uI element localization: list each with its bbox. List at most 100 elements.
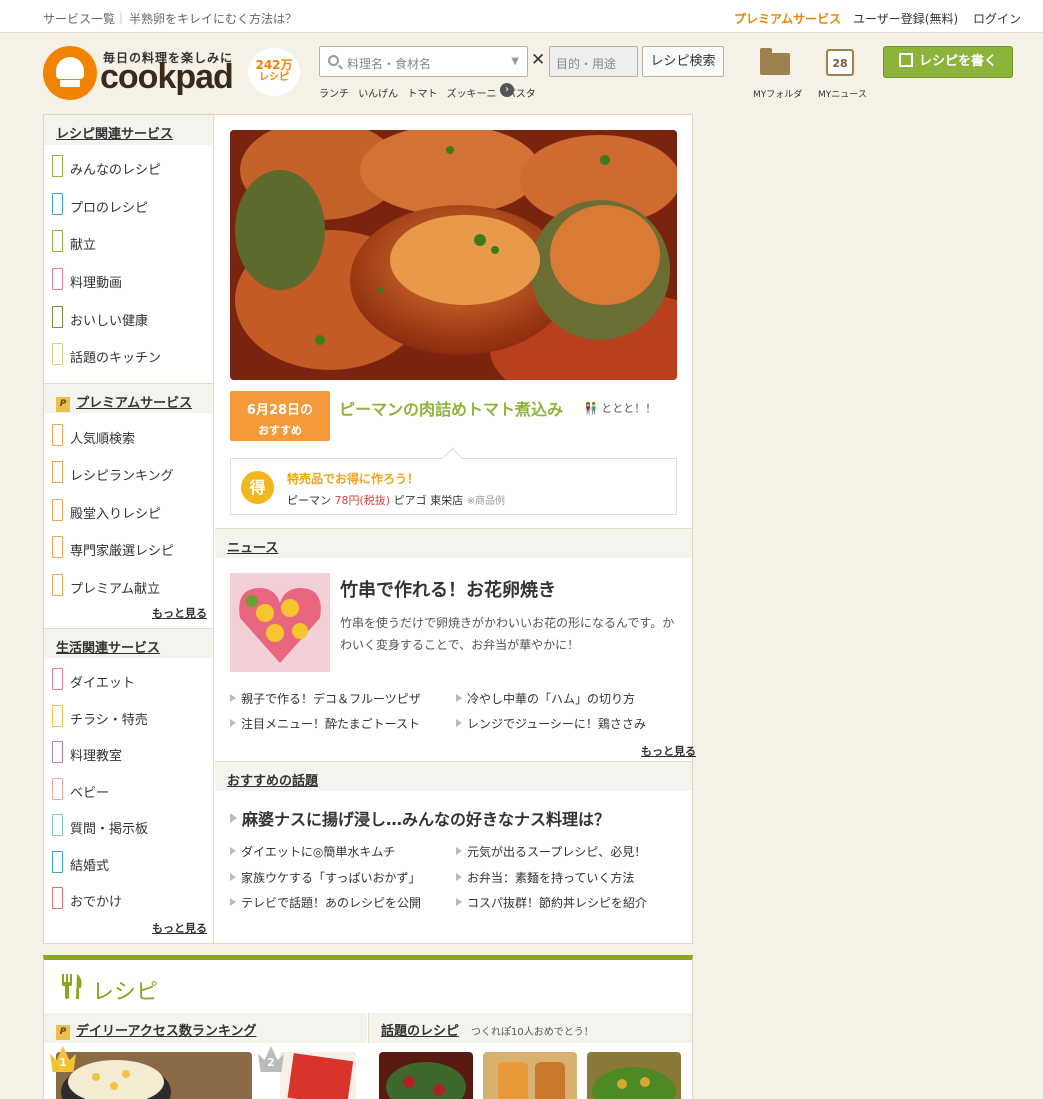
register-link[interactable]: ユーザー登録(無料) xyxy=(853,10,958,27)
news-link[interactable]: 冷やし中華の「ハム」の切り方 xyxy=(456,690,635,707)
logo-wordmark[interactable]: cookpad xyxy=(100,58,234,97)
sidebar-item-label: おでかけ xyxy=(70,895,123,910)
chevron-down-icon[interactable]: ▼ xyxy=(511,56,519,67)
user-icon: 👫 xyxy=(584,402,598,415)
ranking-thumb[interactable] xyxy=(56,1052,252,1099)
premium-badge-icon: P xyxy=(56,1025,70,1040)
section-title[interactable]: おすすめの話題 xyxy=(227,770,318,789)
topic-link[interactable]: コスパ抜群！節約丼レシピを紹介 xyxy=(456,894,647,911)
recipe-photo xyxy=(483,1052,577,1099)
section-title[interactable]: レシピ関連サービス xyxy=(56,123,173,142)
topic-link[interactable]: 家族ウケする「すっぱいおかず」 xyxy=(230,869,421,886)
news-link[interactable]: レンジでジューシーに！鶏ささみ xyxy=(456,715,646,732)
book-icon xyxy=(52,536,63,558)
login-link[interactable]: ログイン xyxy=(973,10,1021,27)
more-link[interactable]: もっと見る xyxy=(152,920,207,936)
search-icon xyxy=(328,55,339,66)
trending-thumb[interactable] xyxy=(379,1052,473,1099)
keyword-link[interactable]: ズッキーニ xyxy=(447,89,497,100)
my-folder-label[interactable]: MYフォルダ xyxy=(753,87,802,100)
sidebar-section-premium: P プレミアムサービス xyxy=(44,383,213,413)
chef-hat-icon xyxy=(56,57,84,79)
book-icon xyxy=(52,306,63,328)
folder-icon[interactable] xyxy=(760,48,790,75)
book-icon xyxy=(52,155,63,177)
deal-store: ピアゴ 東栄店 xyxy=(393,494,464,507)
more-link[interactable]: もっと見る xyxy=(641,743,696,759)
trending-thumb[interactable] xyxy=(587,1052,681,1099)
news-headline[interactable]: 竹串で作れる！お花卵焼き xyxy=(340,576,556,602)
section-title[interactable]: ニュース xyxy=(227,537,278,556)
book-icon xyxy=(52,814,63,836)
calendar-day: 28 xyxy=(832,57,848,70)
book-icon xyxy=(52,705,63,727)
recipe-count-badge: 242万 レシピ xyxy=(248,48,300,96)
keyword-link[interactable]: ランチ xyxy=(319,89,349,100)
sidebar-item-label: 殿堂入りレシピ xyxy=(70,507,162,522)
trending-subtitle: つくれぽ10人おめでとう！ xyxy=(471,1027,594,1038)
sidebar-item-label: 専門家厳選レシピ xyxy=(70,544,175,559)
sidebar-item-label: ダイエット xyxy=(70,676,135,691)
sidebar-item-label: 料理教室 xyxy=(70,749,123,764)
featured-recipe-image[interactable] xyxy=(230,130,677,380)
ranking-title-wrap[interactable]: P デイリーアクセス数ランキング xyxy=(56,1020,256,1040)
book-icon xyxy=(52,230,63,252)
featured-recipe-title[interactable]: ピーマンの肉詰めトマト煮込み xyxy=(339,396,563,420)
sidebar-item-label: 献立 xyxy=(70,238,97,253)
ranking-thumb[interactable] xyxy=(280,1052,356,1099)
ranking-title: デイリーアクセス数ランキング xyxy=(76,1024,257,1039)
book-icon xyxy=(52,887,63,909)
sidebar-item-label: プロのレシピ xyxy=(70,201,149,216)
search-input[interactable]: 料理名・食材名 ▼ xyxy=(319,46,528,77)
book-icon xyxy=(52,741,63,763)
topic-headline[interactable]: 麻婆ナスに揚げ浸し…みんなの好きなナス料理は？ xyxy=(230,806,610,830)
sidebar-item-label: ベビー xyxy=(70,786,110,801)
edit-icon xyxy=(898,53,913,67)
write-recipe-button[interactable]: レシピを書く xyxy=(883,46,1013,78)
recipe-section-title: レシピ xyxy=(92,980,159,1005)
chef-hat-band xyxy=(60,80,80,87)
recipe-count-label: レシピ xyxy=(259,72,289,83)
write-recipe-label: レシピを書く xyxy=(918,54,997,69)
topic-link[interactable]: 半熟卵をキレイにむく方法は？ xyxy=(129,10,297,27)
news-link[interactable]: 親子で作る！デコ＆フルーツピザ xyxy=(230,690,421,707)
deal-box[interactable]: 得 特売品でお得に作ろう！ ピーマン 78円(税抜) ピアゴ 東栄店 ※商品例 xyxy=(230,458,677,515)
my-news-label[interactable]: MYニュース xyxy=(818,87,867,100)
news-image[interactable] xyxy=(230,573,330,672)
topics-section-header: おすすめの話題 xyxy=(215,761,692,791)
author[interactable]: 👫 ととと！！ xyxy=(584,400,656,416)
topic-link[interactable]: テレビで話題！あのレシピを公開 xyxy=(230,894,421,911)
topic-link[interactable]: お弁当：素麺を持っていく方法 xyxy=(456,869,634,886)
ranking-header: P デイリーアクセス数ランキング xyxy=(44,1013,367,1043)
book-icon xyxy=(52,343,63,365)
purpose-input[interactable]: 目的・用途 xyxy=(549,46,638,77)
recipe-photo xyxy=(587,1052,681,1099)
purpose-placeholder: 目的・用途 xyxy=(556,57,617,71)
times-icon: ✕ xyxy=(531,50,546,70)
topic-link[interactable]: 元気が出るスープレシピ、必見！ xyxy=(456,843,646,860)
service-list-link[interactable]: サービス一覧 xyxy=(43,10,115,27)
sidebar-item-label: 料理動画 xyxy=(70,276,123,291)
sidebar-section-recipe: レシピ関連サービス xyxy=(44,115,213,145)
keyword-link[interactable]: いんげん xyxy=(358,89,398,100)
sidebar-item-label: プレミアム献立 xyxy=(70,582,161,597)
recommend-date: 6月28日の xyxy=(246,403,314,418)
trending-title[interactable]: 話題のレシピ xyxy=(381,1020,459,1039)
section-title-wrap[interactable]: P プレミアムサービス xyxy=(56,392,192,412)
calendar-icon[interactable]: 28 xyxy=(826,49,854,76)
section-title[interactable]: 生活関連サービス xyxy=(56,637,160,656)
arrow-right-icon[interactable]: › xyxy=(500,83,514,97)
premium-badge-icon: P xyxy=(56,397,70,412)
premium-link[interactable]: プレミアムサービス xyxy=(734,10,841,27)
more-link[interactable]: もっと見る xyxy=(152,605,207,621)
news-link[interactable]: 注目メニュー！酔たまごトースト xyxy=(230,715,420,732)
trending-thumb[interactable] xyxy=(483,1052,577,1099)
recommend-date-badge: 6月28日の おすすめ xyxy=(230,391,330,441)
author-name: ととと！！ xyxy=(601,402,657,415)
recipe-search-button[interactable]: レシピ検索 xyxy=(642,46,724,77)
keyword-link[interactable]: トマト xyxy=(407,89,437,100)
topic-link[interactable]: ダイエットに◎簡単水キムチ xyxy=(230,843,395,860)
deal-note: ※商品例 xyxy=(466,496,505,507)
sidebar-item-label: 人気順検索 xyxy=(70,432,136,447)
divider: | xyxy=(119,10,124,24)
